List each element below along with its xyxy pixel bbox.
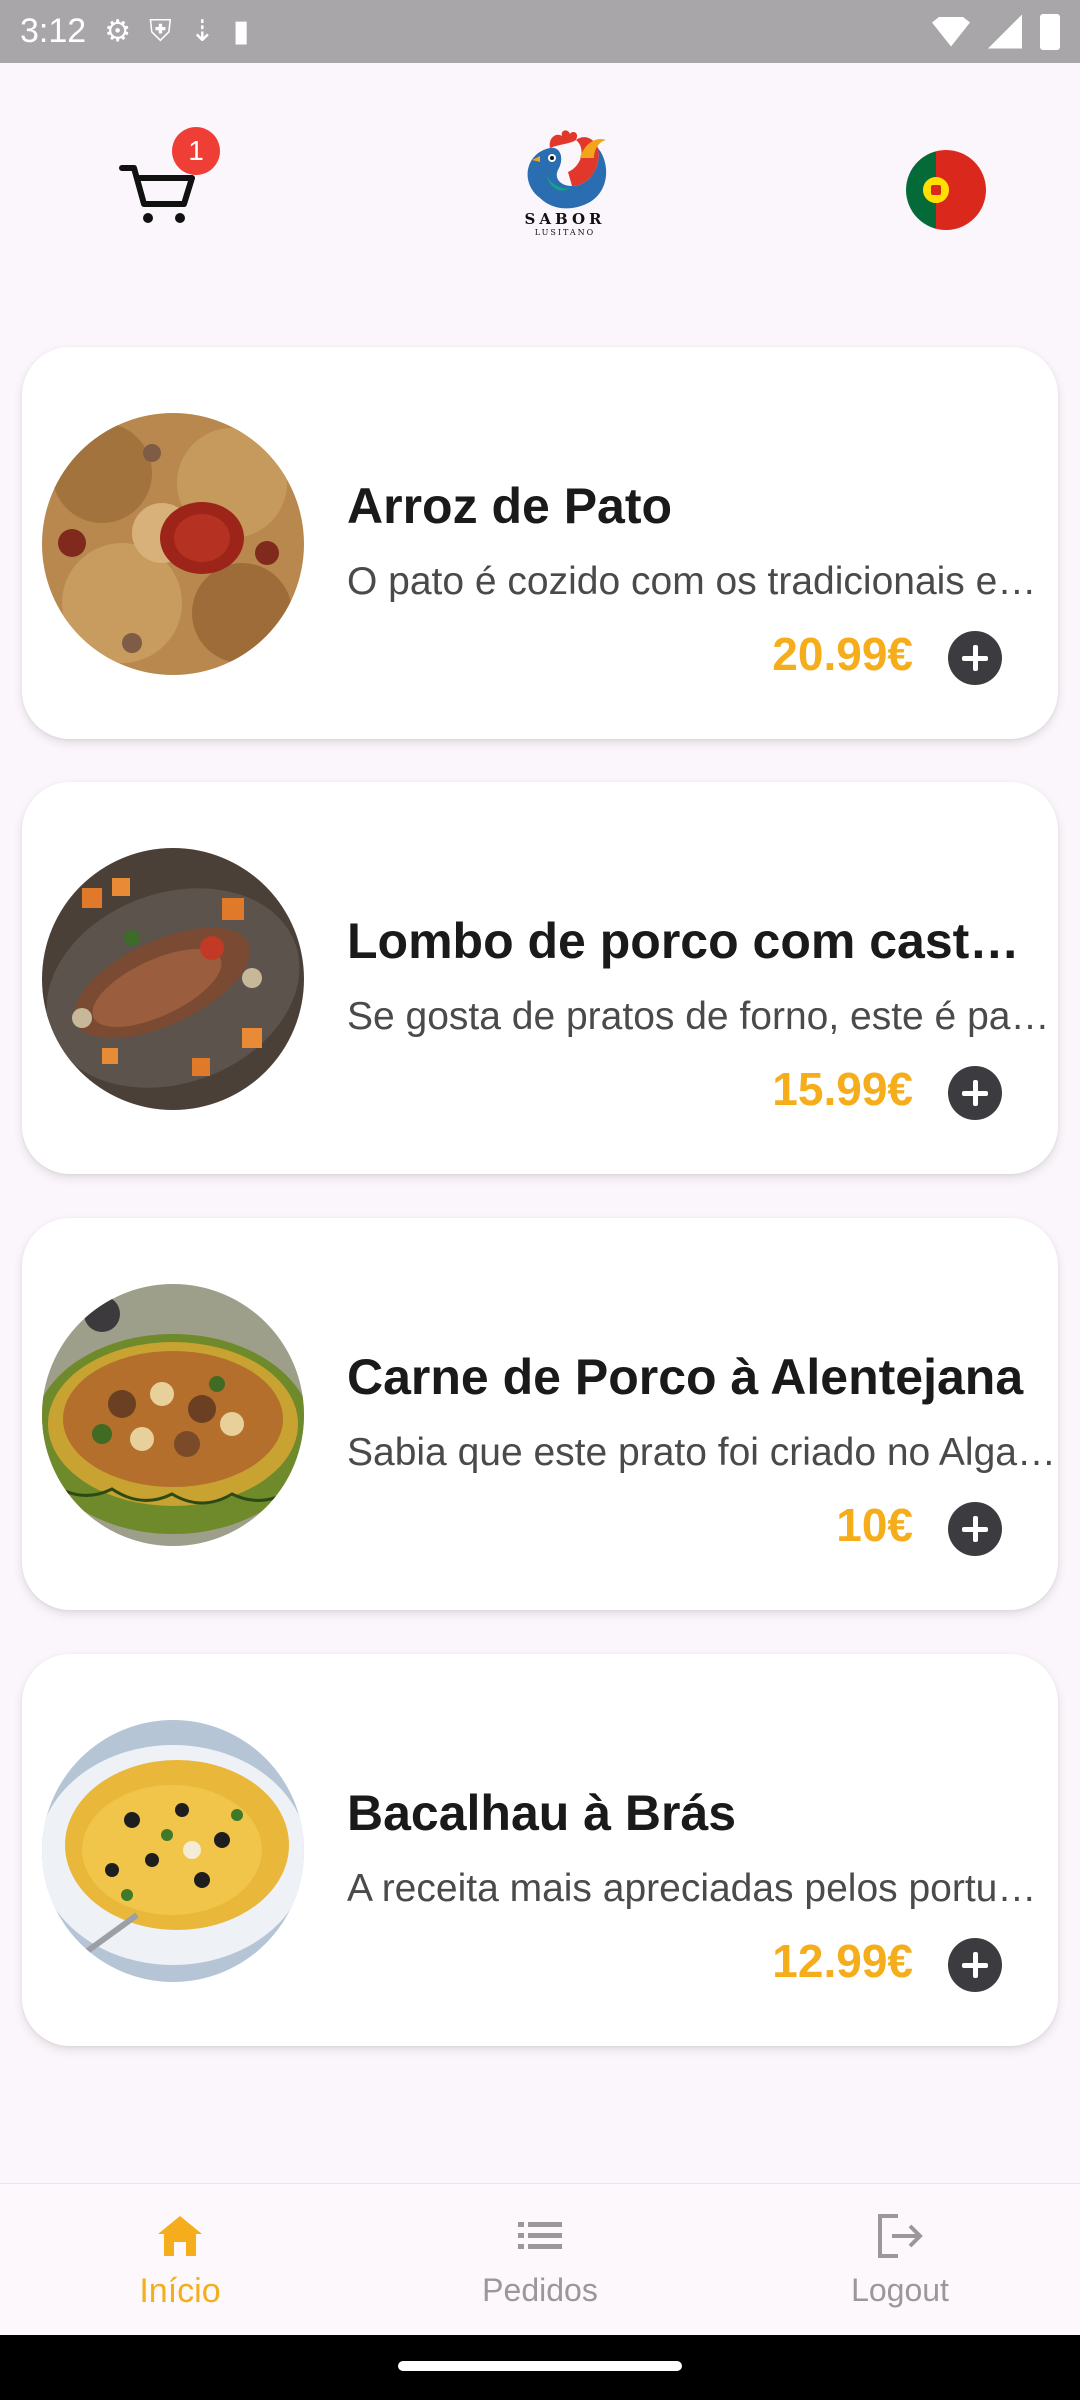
settings-icon: ⚙: [104, 14, 132, 48]
product-name: Bacalhau à Brás: [347, 1785, 737, 1841]
add-to-cart-plus-icon[interactable]: [948, 1938, 1002, 1992]
product-image-lombo-de-porco: [42, 848, 304, 1110]
product-description: A receita mais apreciadas pelos portugue…: [347, 1867, 1057, 1910]
nav-label-logout: Logout: [851, 2272, 949, 2308]
battery-icon: [1040, 13, 1060, 50]
rooster-logo-icon: [527, 130, 607, 209]
sd-card-icon: ▮: [232, 14, 250, 48]
product-name: Carne de Porco à Alentejana: [347, 1349, 1024, 1405]
portugal-flag-icon: [923, 177, 949, 203]
nav-item-orders[interactable]: Pedidos: [360, 2184, 720, 2335]
product-name: Arroz de Pato: [347, 478, 673, 534]
status-bar: 3:12 ⚙ ⛨ ⇣ ▮: [0, 0, 1080, 63]
add-to-cart-plus-icon[interactable]: [948, 631, 1002, 685]
product-card[interactable]: Carne de Porco à Alentejana Sabia que es…: [22, 1218, 1058, 1610]
shield-icon: ⛨: [149, 14, 172, 48]
logout-icon: [878, 2214, 923, 2258]
product-price: 12.99€: [772, 1935, 913, 1987]
cart-badge: 1: [172, 127, 220, 175]
product-image-bacalhau-a-bras: [42, 1720, 304, 1982]
nav-item-logout[interactable]: Logout: [720, 2184, 1080, 2335]
product-name: Lombo de porco com castanhas: [347, 913, 1037, 969]
logo-subtext: LUSITANO: [534, 228, 596, 237]
product-price: 10€: [836, 1499, 913, 1551]
wifi-icon: [932, 16, 970, 47]
nav-label-orders: Pedidos: [482, 2272, 598, 2308]
product-description: Se gosta de pratos de forno, este é para…: [347, 995, 1057, 1038]
status-notification-icons: ⚙ ⛨ ⇣ ▮: [104, 14, 250, 48]
product-price: 20.99€: [772, 628, 913, 680]
status-time: 3:12: [20, 12, 87, 50]
app-logo: SABOR LUSITANO: [510, 128, 620, 243]
download-icon: ⇣: [189, 14, 215, 48]
product-image-carne-de-porco-alentejana: [42, 1284, 304, 1546]
app-header: 1 SABOR LUSITANO: [0, 63, 1080, 313]
nav-label-home: Início: [139, 2272, 221, 2310]
signal-icon: [988, 14, 1022, 49]
product-card[interactable]: Arroz de Pato O pato é cozido com os tra…: [22, 347, 1058, 739]
product-price: 15.99€: [772, 1063, 913, 1115]
logo-text: SABOR: [524, 210, 606, 228]
gesture-navigation-area: [0, 2335, 1080, 2400]
home-indicator[interactable]: [398, 2361, 682, 2371]
add-to-cart-plus-icon[interactable]: [948, 1066, 1002, 1120]
language-flag-button[interactable]: [906, 150, 986, 230]
nav-item-home[interactable]: Início: [0, 2184, 360, 2335]
status-system-icons: [932, 13, 1060, 50]
product-description: O pato é cozido com os tradicionais ench…: [347, 560, 1057, 603]
list-icon: [518, 2222, 562, 2249]
home-icon: [158, 2216, 202, 2256]
add-to-cart-plus-icon[interactable]: [948, 1502, 1002, 1556]
product-description: Sabia que este prato foi criado no Algar…: [347, 1431, 1057, 1474]
product-card[interactable]: Lombo de porco com castanhas Se gosta de…: [22, 782, 1058, 1174]
bottom-navigation: Início Pedidos Logout: [0, 2183, 1080, 2335]
product-image-arroz-de-pato: [42, 413, 304, 675]
product-card[interactable]: Bacalhau à Brás A receita mais apreciada…: [22, 1654, 1058, 2046]
